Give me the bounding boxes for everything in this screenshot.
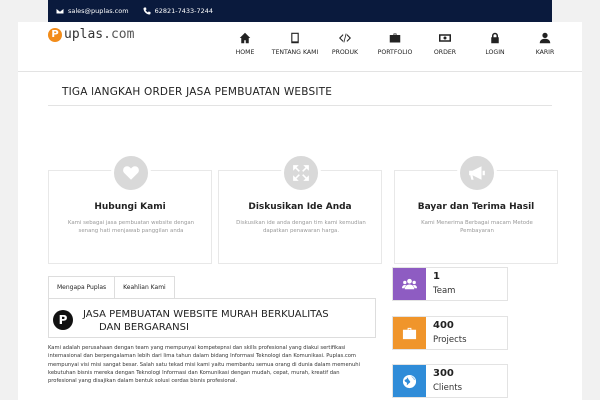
- top-contact-bar: sales@puplas.com 62821-7433-7244: [48, 0, 552, 22]
- card-desc: Kami sebagai jasa pembuatan website deng…: [67, 220, 195, 235]
- nav-home[interactable]: HOME: [220, 32, 270, 56]
- info-tabs: Mengapa Puplas Keahlian Kami: [48, 276, 175, 298]
- nav-portfolio[interactable]: PORTFOLIO: [370, 32, 420, 56]
- main-nav: HOME TENTANG KAMI PRODUK PORTFOLIO ORDER…: [220, 32, 570, 56]
- globe-icon: [402, 374, 417, 388]
- tab-keahlian-kami[interactable]: Keahlian Kami: [115, 276, 175, 298]
- money-icon: [439, 34, 451, 42]
- tab-heading-line2: DAN BERGARANSI: [99, 321, 189, 333]
- stat-projects: 400 Projects: [392, 316, 508, 350]
- stat-team: 1 Team: [392, 267, 508, 301]
- nav-order[interactable]: ORDER: [420, 32, 470, 56]
- nav-label: PORTFOLIO: [377, 49, 413, 56]
- p-badge-icon: P: [53, 310, 73, 330]
- logo-mark: P: [48, 27, 62, 42]
- stat-clients: 300 Clients: [392, 364, 508, 398]
- lock-icon: [491, 32, 499, 44]
- card-title: Bayar dan Terima Hasil: [417, 202, 535, 212]
- card-desc: Diskusikan ide anda dengan tim kami kemu…: [236, 220, 366, 235]
- nav-label: LOGIN: [485, 49, 505, 56]
- nav-login[interactable]: LOGIN: [470, 32, 520, 56]
- stat-number: 1: [433, 271, 440, 282]
- stat-label: Team: [433, 286, 456, 296]
- tab-heading-line1: JASA PEMBUATAN WEBSITE MURAH BERKUALITAS: [83, 309, 329, 320]
- nav-karir[interactable]: KARIR: [520, 32, 570, 56]
- stat-icon-box: [393, 365, 426, 397]
- users-icon: [402, 278, 417, 289]
- card-icon-circle: [111, 153, 151, 193]
- stat-label: Projects: [433, 335, 467, 345]
- stat-icon-box: [393, 268, 426, 300]
- nav-label: KARIR: [535, 49, 555, 56]
- stat-number: 300: [433, 368, 454, 379]
- logo-name: uplas: [64, 27, 104, 42]
- briefcase-icon: [402, 327, 417, 339]
- stat-label: Clients: [433, 383, 463, 393]
- nav-label: TENTANG KAMI: [271, 49, 319, 56]
- tab-heading: JASA PEMBUATAN WEBSITE MURAH BERKUALITAS…: [83, 309, 363, 334]
- logo-text: uplas.com: [64, 27, 134, 42]
- megaphone-icon: [469, 166, 485, 180]
- stat-number: 400: [433, 320, 454, 331]
- phone-text: 62821-7433-7244: [154, 7, 214, 15]
- nav-produk[interactable]: PRODUK: [320, 32, 370, 56]
- phone-contact[interactable]: 62821-7433-7244: [143, 7, 213, 15]
- card-icon-circle: [457, 153, 497, 193]
- step-card-contact: Hubungi Kami Kami sebagai jasa pembuatan…: [48, 153, 212, 264]
- nav-label: PRODUK: [331, 49, 359, 56]
- card-title: Hubungi Kami: [94, 202, 166, 212]
- email-text: sales@puplas.com: [68, 7, 129, 15]
- step-card-discuss: Diskusikan Ide Anda Diskusikan ide anda …: [218, 153, 382, 264]
- card-title: Diskusikan Ide Anda: [248, 202, 352, 212]
- heart-icon: [123, 166, 139, 180]
- expand-icon: [293, 165, 309, 181]
- email-contact[interactable]: sales@puplas.com: [56, 7, 129, 15]
- briefcase-icon: [389, 33, 401, 43]
- tab-heading-box: P JASA PEMBUATAN WEBSITE MURAH BERKUALIT…: [48, 298, 376, 338]
- card-icon-circle: [281, 153, 321, 193]
- card-desc: Kami Menerima Berbagai macam Metode Pemb…: [421, 220, 533, 235]
- tab-mengapa-puplas[interactable]: Mengapa Puplas: [48, 276, 116, 298]
- user-icon: [539, 32, 551, 44]
- logo-domain: .com: [103, 27, 135, 42]
- nav-tentang-kami[interactable]: TENTANG KAMI: [270, 32, 320, 56]
- tablet-icon: [291, 32, 299, 44]
- phone-icon: [143, 7, 151, 15]
- envelope-icon: [56, 8, 64, 14]
- nav-label: HOME: [235, 49, 255, 56]
- main-panel: P uplas.com HOME TENTANG KAMI PRODUK POR…: [18, 22, 582, 400]
- section-title: TIGA lANGKAH ORDER JASA PEMBUATAN WEBSIT…: [48, 80, 552, 106]
- home-icon: [239, 32, 251, 44]
- about-paragraph: Kami adalah perusahaan dengan team yang …: [48, 345, 360, 385]
- site-logo[interactable]: P uplas.com: [48, 27, 134, 42]
- step-card-pay: Bayar dan Terima Hasil Kami Menerima Ber…: [394, 153, 558, 264]
- code-icon: [339, 33, 351, 43]
- stat-icon-box: [393, 317, 426, 349]
- nav-label: ORDER: [433, 49, 457, 56]
- site-header: P uplas.com HOME TENTANG KAMI PRODUK POR…: [18, 22, 582, 72]
